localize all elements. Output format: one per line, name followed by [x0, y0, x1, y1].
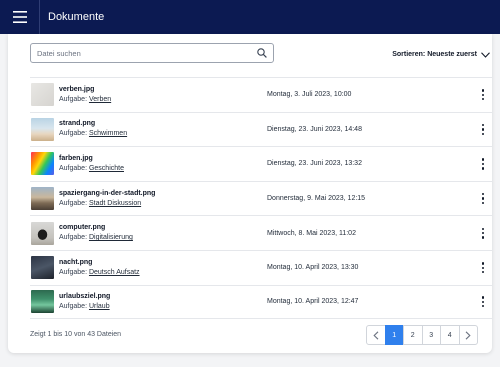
more-options-button[interactable] [478, 156, 488, 172]
file-row[interactable]: urlaubsziel.png Aufgabe: Urlaub Montag, … [30, 284, 492, 320]
task-link[interactable]: Geschichte [89, 165, 124, 172]
file-date: Dienstag, 23. Juni 2023, 13:32 [267, 160, 362, 168]
file-row[interactable]: nacht.png Aufgabe: Deutsch Aufsatz Monta… [30, 249, 492, 285]
file-date: Montag, 10. April 2023, 12:47 [267, 298, 359, 306]
sort-dropdown[interactable]: Sortieren: Neueste zuerst [392, 51, 490, 58]
page-button-4[interactable]: 4 [440, 325, 460, 345]
file-date: Montag, 10. April 2023, 13:30 [267, 264, 359, 272]
more-options-button[interactable] [478, 121, 488, 137]
page-title: Dokumente [48, 11, 105, 23]
app-header: Dokumente [0, 0, 500, 34]
file-date: Mittwoch, 8. Mai 2023, 11:02 [267, 229, 356, 237]
file-list: verben.jpg Aufgabe: Verben Montag, 3. Ju… [30, 77, 492, 320]
task-link[interactable]: Verben [89, 96, 111, 103]
file-name[interactable]: urlaubsziel.png [59, 292, 267, 302]
file-task: Aufgabe: Geschichte [59, 164, 124, 172]
file-row[interactable]: computer.png Aufgabe: Digitalisierung Mi… [30, 215, 492, 250]
file-thumbnail [31, 187, 54, 211]
chevron-down-icon [481, 51, 490, 58]
file-name[interactable]: verben.jpg [59, 85, 267, 95]
file-name[interactable]: nacht.png [59, 258, 267, 268]
next-page-button[interactable] [458, 325, 478, 345]
more-options-button[interactable] [478, 260, 488, 276]
file-thumbnail [31, 152, 54, 176]
file-task: Aufgabe: Deutsch Aufsatz [59, 268, 140, 276]
more-options-button[interactable] [478, 87, 488, 103]
file-task: Aufgabe: Schwimmen [59, 130, 128, 138]
task-link[interactable]: Urlaub [89, 303, 110, 310]
more-options-button[interactable] [478, 191, 488, 207]
file-name[interactable]: strand.png [59, 119, 267, 129]
results-summary: Zeigt 1 bis 10 von 43 Dateien [30, 331, 122, 338]
sort-label: Sortieren: Neueste zuerst [392, 51, 477, 58]
file-task: Aufgabe: Verben [59, 95, 112, 103]
menu-button[interactable] [0, 0, 40, 34]
file-task: Aufgabe: Digitalisierung [59, 234, 133, 242]
previous-page-button[interactable] [366, 325, 386, 345]
file-thumbnail [31, 83, 54, 107]
file-row[interactable]: spaziergang-in-der-stadt.png Aufgabe: St… [30, 180, 492, 216]
hamburger-icon [12, 11, 27, 23]
more-options-button[interactable] [478, 225, 488, 241]
search-box [30, 43, 274, 63]
file-name[interactable]: spaziergang-in-der-stadt.png [59, 189, 267, 199]
chevron-left-icon [373, 330, 379, 340]
page-button-3[interactable]: 3 [421, 325, 441, 345]
file-row[interactable]: verben.jpg Aufgabe: Verben Montag, 3. Ju… [30, 77, 492, 112]
file-date: Montag, 3. Juli 2023, 10:00 [267, 91, 352, 99]
file-date: Dienstag, 23. Juni 2023, 14:48 [267, 125, 362, 133]
documents-card: Sortieren: Neueste zuerst verben.jpg Auf… [8, 34, 492, 353]
file-row[interactable]: farben.jpg Aufgabe: Geschichte Dienstag,… [30, 146, 492, 181]
pagination: 1 2 3 4 [366, 325, 478, 345]
file-row[interactable]: strand.png Aufgabe: Schwimmen Dienstag, … [30, 111, 492, 147]
task-link[interactable]: Deutsch Aufsatz [89, 269, 140, 276]
task-link[interactable]: Digitalisierung [89, 234, 133, 241]
file-name[interactable]: farben.jpg [59, 154, 267, 164]
task-link[interactable]: Stadt Diskussion [89, 200, 141, 207]
search-input[interactable] [37, 48, 257, 58]
task-link[interactable]: Schwimmen [89, 130, 127, 137]
chevron-right-icon [465, 330, 471, 340]
page-button-2[interactable]: 2 [403, 325, 423, 345]
file-thumbnail [31, 256, 54, 280]
file-thumbnail [31, 117, 54, 141]
page-button-1[interactable]: 1 [384, 325, 404, 345]
file-task: Aufgabe: Stadt Diskussion [59, 199, 142, 207]
file-thumbnail [31, 290, 54, 314]
file-name[interactable]: computer.png [59, 223, 267, 233]
file-task: Aufgabe: Urlaub [59, 302, 110, 310]
file-thumbnail [31, 221, 54, 245]
more-options-button[interactable] [478, 294, 488, 310]
search-icon[interactable] [257, 48, 267, 58]
file-date: Donnerstag, 9. Mai 2023, 12:15 [267, 195, 366, 203]
